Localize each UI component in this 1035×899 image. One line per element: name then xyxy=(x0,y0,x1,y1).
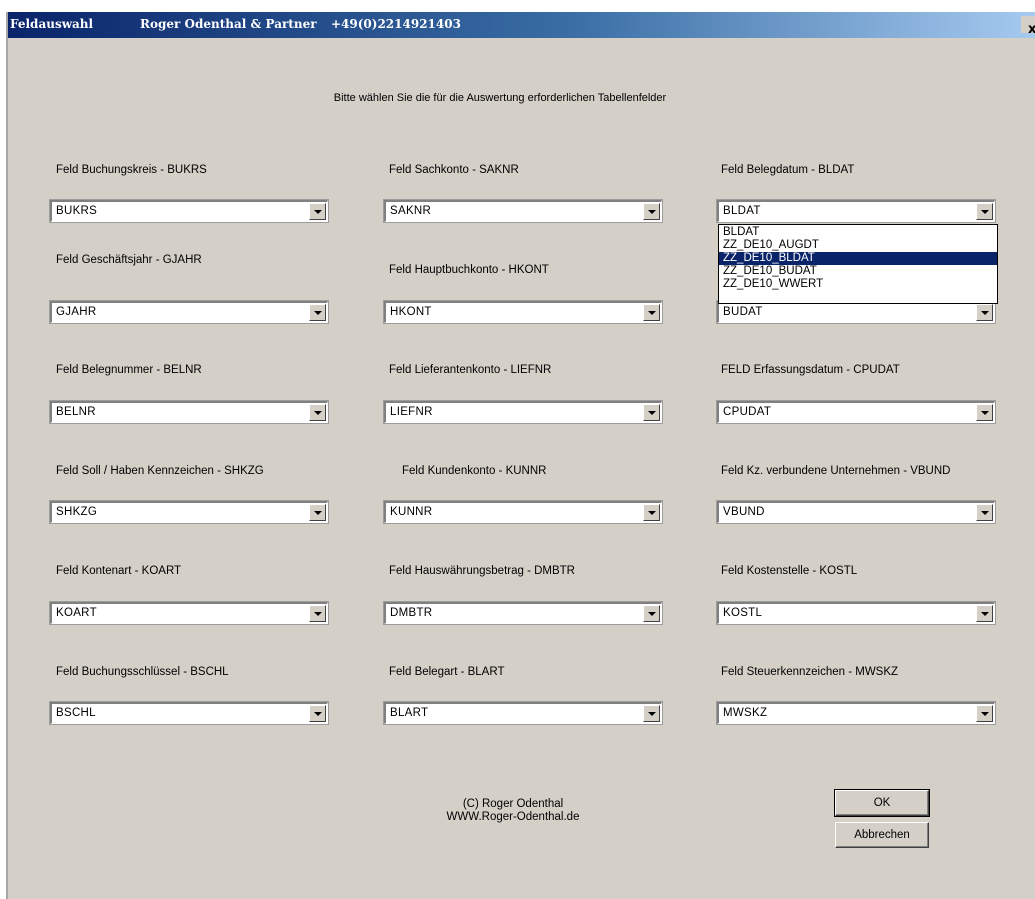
feldauswahl-dialog: Feldauswahl Roger Odenthal & Partner +49… xyxy=(6,12,1035,899)
combo-liefnr[interactable]: LIEFNR xyxy=(384,401,662,423)
ok-button[interactable]: OK xyxy=(834,789,930,817)
chevron-down-icon[interactable] xyxy=(309,304,326,321)
combo-belnr[interactable]: BELNR xyxy=(50,401,328,423)
chevron-down-icon[interactable] xyxy=(976,203,993,220)
combo-hkont[interactable]: HKONT xyxy=(384,301,662,323)
field-label-hkont: Feld Hauptbuchkonto - HKONT xyxy=(389,264,549,276)
chevron-down-icon[interactable] xyxy=(643,605,660,622)
copyright-url: WWW.Roger-Odenthal.de xyxy=(446,811,580,823)
chevron-down-icon[interactable] xyxy=(309,504,326,521)
copyright-text: (C) Roger Odenthal WWW.Roger-Odenthal.de xyxy=(438,798,588,824)
chevron-down-icon[interactable] xyxy=(309,203,326,220)
chevron-down-icon[interactable] xyxy=(976,404,993,421)
dropdown-option[interactable]: BLDAT xyxy=(719,226,997,239)
close-icon: x xyxy=(1028,22,1035,37)
chevron-down-icon[interactable] xyxy=(643,404,660,421)
combo-cpudat[interactable]: CPUDAT xyxy=(717,401,995,423)
combo-value: MWSKZ xyxy=(723,707,768,719)
combo-shkzg[interactable]: SHKZG xyxy=(50,501,328,523)
combo-value: BELNR xyxy=(56,406,96,418)
combo-value: GJAHR xyxy=(56,306,97,318)
field-label-blart: Feld Belegart - BLART xyxy=(389,666,505,678)
field-label-belnr: Feld Belegnummer - BELNR xyxy=(56,364,202,376)
field-label-bukrs: Feld Buchungskreis - BUKRS xyxy=(56,164,207,176)
window-company: Roger Odenthal & Partner xyxy=(140,17,317,31)
combo-value: KOSTL xyxy=(723,607,763,619)
combo-vbund[interactable]: VBUND xyxy=(717,501,995,523)
combo-gjahr[interactable]: GJAHR xyxy=(50,301,328,323)
combo-value: KUNNR xyxy=(390,506,433,518)
copyright-line-1: (C) Roger Odenthal xyxy=(462,798,564,810)
combo-value: DMBTR xyxy=(390,607,433,619)
combo-value: BLART xyxy=(390,707,429,719)
field-label-gjahr: Feld Geschäftsjahr - GJAHR xyxy=(56,254,202,266)
combo-bukrs[interactable]: BUKRS xyxy=(50,200,328,222)
chevron-down-icon[interactable] xyxy=(976,705,993,722)
combo-bldat[interactable]: BLDAT xyxy=(717,200,995,222)
combo-budat[interactable]: BUDAT xyxy=(717,301,995,323)
combo-kostl[interactable]: KOSTL xyxy=(717,602,995,624)
combo-value: VBUND xyxy=(723,506,765,518)
combo-value: BUDAT xyxy=(723,306,763,318)
combo-saknr[interactable]: SAKNR xyxy=(384,200,662,222)
chevron-down-icon[interactable] xyxy=(976,504,993,521)
title-bar[interactable]: Feldauswahl Roger Odenthal & Partner +49… xyxy=(8,12,1035,38)
chevron-down-icon[interactable] xyxy=(643,705,660,722)
field-label-shkzg: Feld Soll / Haben Kennzeichen - SHKZG xyxy=(56,465,264,477)
combo-bschl[interactable]: BSCHL xyxy=(50,702,328,724)
dropdown-option-selected[interactable]: ZZ_DE10_BLDAT xyxy=(719,252,997,265)
chevron-down-icon[interactable] xyxy=(643,203,660,220)
combo-value: CPUDAT xyxy=(723,406,772,418)
combo-value: HKONT xyxy=(390,306,432,318)
field-label-koart: Feld Kontenart - KOART xyxy=(56,565,182,577)
close-button[interactable]: x xyxy=(1021,16,1035,37)
combo-value: BUKRS xyxy=(56,205,98,217)
combo-value: KOART xyxy=(56,607,97,619)
field-label-vbund: Feld Kz. verbundene Unternehmen - VBUND xyxy=(721,465,951,477)
chevron-down-icon[interactable] xyxy=(643,304,660,321)
field-label-kostl: Feld Kostenstelle - KOSTL xyxy=(721,565,858,577)
field-label-kunnr: Feld Kundenkonto - KUNNR xyxy=(402,465,547,477)
chevron-down-icon[interactable] xyxy=(643,504,660,521)
chevron-down-icon[interactable] xyxy=(309,705,326,722)
dropdown-option[interactable]: ZZ_DE10_WWERT xyxy=(719,278,997,291)
field-label-mwskz: Feld Steuerkennzeichen - MWSKZ xyxy=(721,666,899,678)
window-phone: +49(0)2214921403 xyxy=(331,17,461,31)
chevron-down-icon[interactable] xyxy=(976,304,993,321)
combo-blart[interactable]: BLART xyxy=(384,702,662,724)
combo-value: BSCHL xyxy=(56,707,96,719)
dropdown-option[interactable]: ZZ_DE10_AUGDT xyxy=(719,239,997,252)
field-label-saknr: Feld Sachkonto - SAKNR xyxy=(389,164,519,176)
combo-value: SHKZG xyxy=(56,506,98,518)
chevron-down-icon[interactable] xyxy=(309,404,326,421)
combo-koart[interactable]: KOART xyxy=(50,602,328,624)
field-label-dmbtr: Feld Hauswährungsbetrag - DMBTR xyxy=(389,565,575,577)
field-label-liefnr: Feld Lieferantenkonto - LIEFNR xyxy=(389,364,552,376)
instruction-text: Bitte wählen Sie die für die Auswertung … xyxy=(333,92,667,104)
combo-value: LIEFNR xyxy=(390,406,433,418)
combo-dmbtr[interactable]: DMBTR xyxy=(384,602,662,624)
field-label-cpudat: FELD Erfassungsdatum - CPUDAT xyxy=(721,364,900,376)
combo-value: BLDAT xyxy=(723,205,761,217)
field-label-bldat: Feld Belegdatum - BLDAT xyxy=(721,164,855,176)
window-title: Feldauswahl xyxy=(10,17,94,31)
dropdown-option[interactable]: ZZ_DE10_BUDAT xyxy=(719,265,997,278)
chevron-down-icon[interactable] xyxy=(309,605,326,622)
bldat-dropdown-list[interactable]: BLDAT ZZ_DE10_AUGDT ZZ_DE10_BLDAT ZZ_DE1… xyxy=(718,224,998,304)
chevron-down-icon[interactable] xyxy=(976,605,993,622)
combo-value: SAKNR xyxy=(390,205,432,217)
combo-kunnr[interactable]: KUNNR xyxy=(384,501,662,523)
cancel-button[interactable]: Abbrechen xyxy=(835,822,929,848)
combo-mwskz[interactable]: MWSKZ xyxy=(717,702,995,724)
field-label-bschl: Feld Buchungsschlüssel - BSCHL xyxy=(56,666,229,678)
